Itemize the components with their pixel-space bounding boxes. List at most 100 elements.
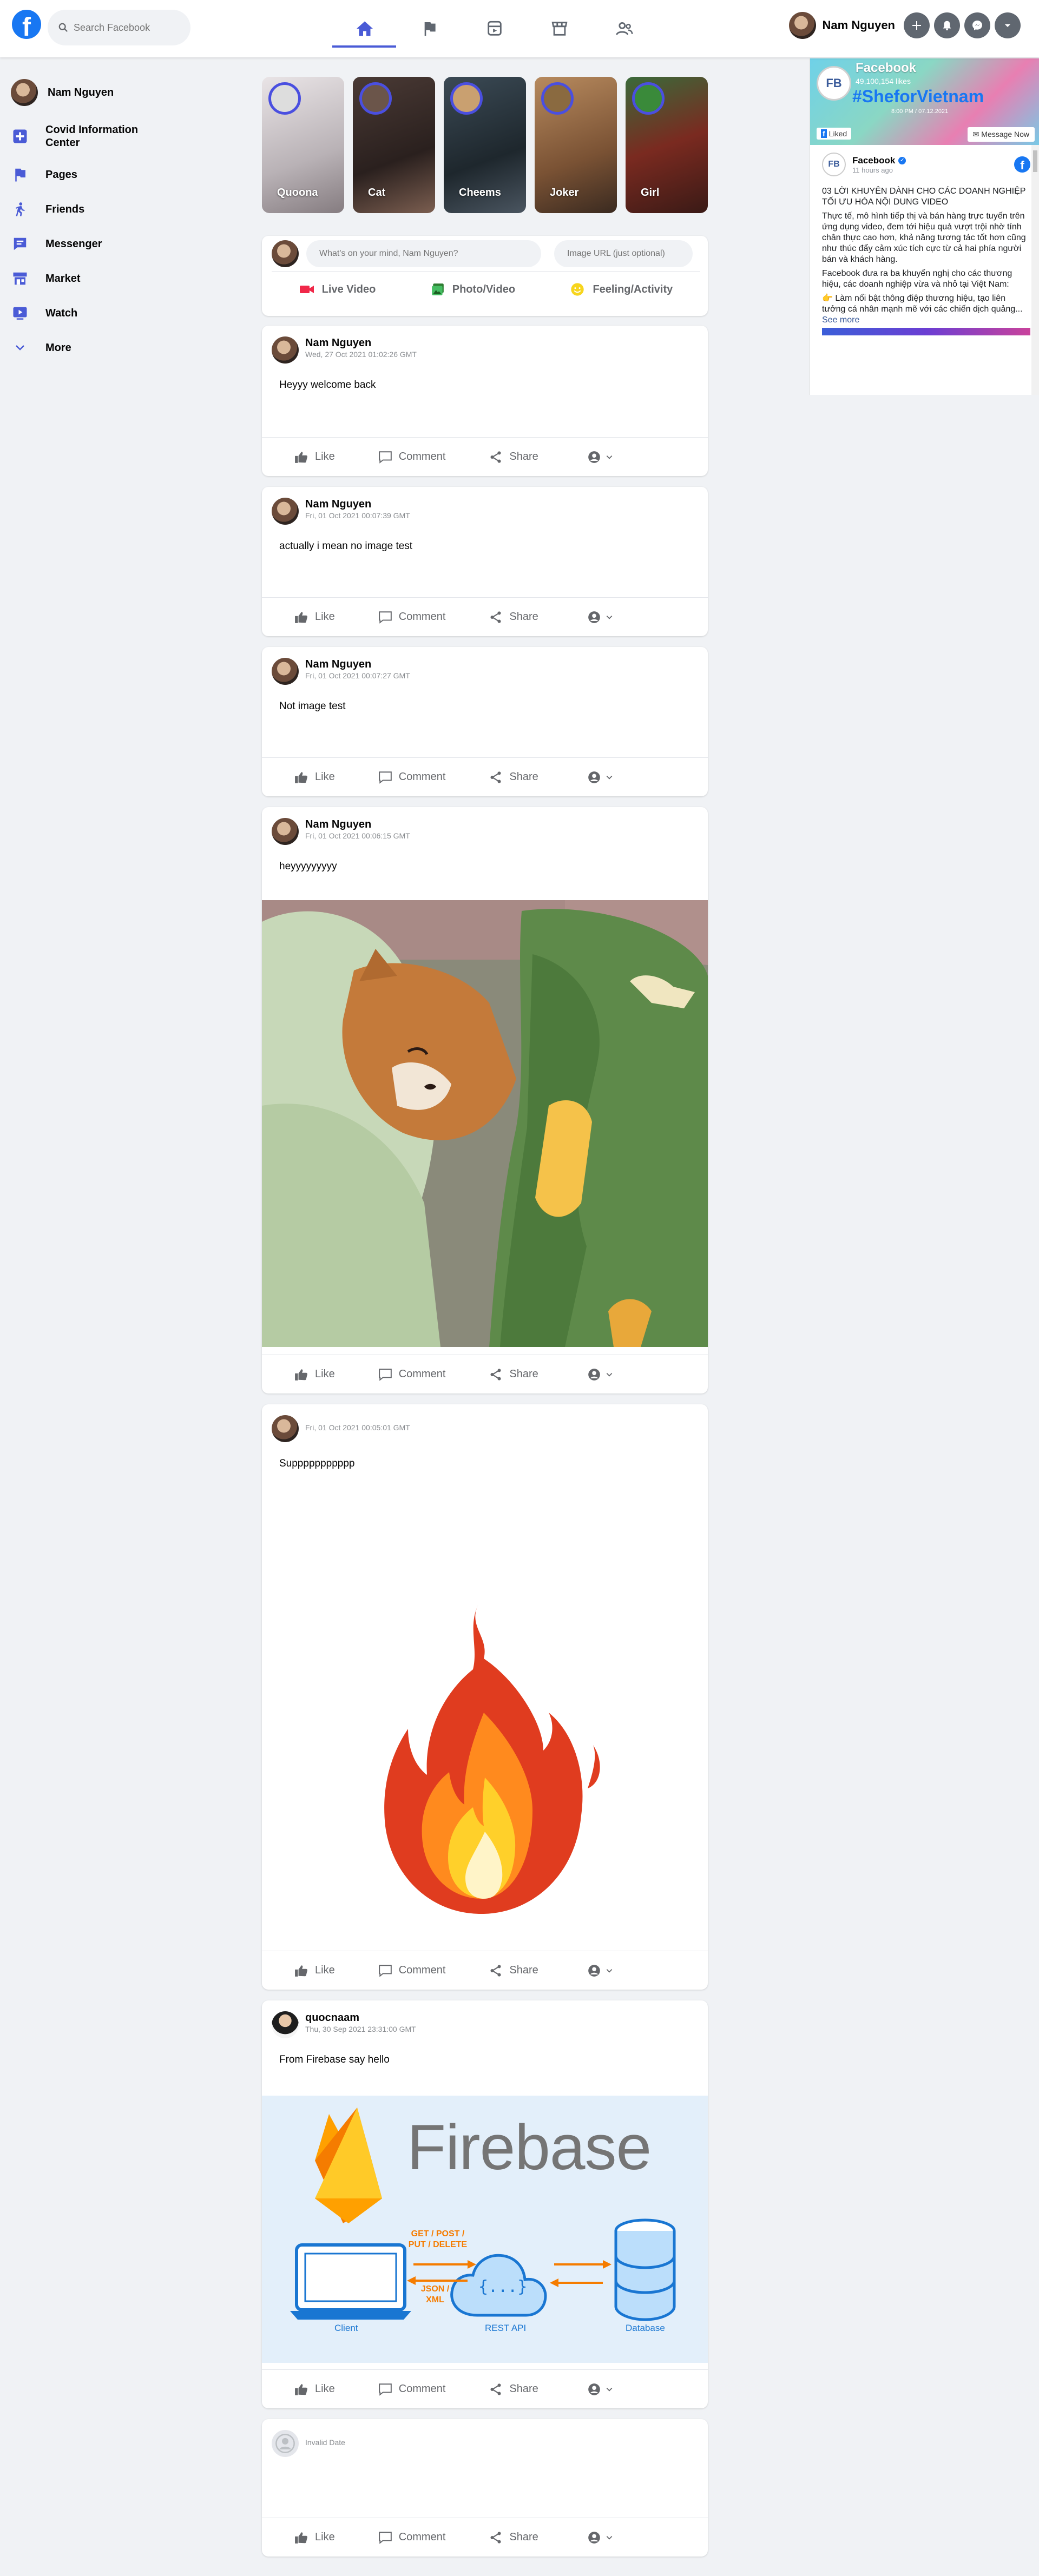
post-image[interactable]: Firebase GET / POST / PUT / DELETE JSON … [262, 2096, 708, 2363]
share-label: Share [509, 2383, 538, 2395]
sidebar-item-covid[interactable]: Covid Information Center [11, 123, 173, 149]
nav-tab-groups[interactable] [592, 0, 657, 57]
post-card: Fri, 01 Oct 2021 00:05:01 GMT Supppppppp… [262, 1404, 708, 1990]
share-button[interactable]: Share [489, 770, 538, 784]
comment-button[interactable]: Comment [378, 1964, 445, 1977]
page-post-author[interactable]: Facebook [852, 155, 895, 166]
post-author[interactable]: Nam Nguyen [305, 818, 410, 831]
privacy-dropdown[interactable] [587, 450, 613, 464]
like-button[interactable]: Like [294, 611, 335, 624]
comment-icon [378, 611, 392, 624]
story-card[interactable]: Joker [535, 77, 617, 213]
comment-button[interactable]: Comment [378, 1368, 445, 1381]
share-button[interactable]: Share [489, 610, 538, 624]
like-button[interactable]: Like [294, 451, 335, 464]
share-button[interactable]: Share [489, 2382, 538, 2396]
message-now-button[interactable]: ✉ Message Now [967, 127, 1035, 142]
avatar[interactable] [272, 658, 299, 685]
like-button[interactable]: Like [294, 771, 335, 784]
post-timestamp: Thu, 30 Sep 2021 23:31:00 GMT [305, 2025, 416, 2033]
messenger-button[interactable] [964, 12, 990, 38]
avatar[interactable] [272, 2011, 299, 2038]
privacy-dropdown[interactable] [587, 770, 613, 784]
sidebar-item-watch[interactable]: Watch [11, 304, 173, 322]
comment-button[interactable]: Comment [378, 771, 445, 784]
privacy-dropdown[interactable] [587, 2531, 613, 2545]
like-button[interactable]: Like [294, 1368, 335, 1381]
nav-tab-pages[interactable] [397, 0, 462, 57]
sidebar-item-messenger[interactable]: Messenger [11, 235, 173, 253]
user-circle-icon [588, 2383, 600, 2395]
nav-tab-marketplace[interactable] [527, 0, 592, 57]
like-label: Like [315, 2531, 335, 2543]
feeling-activity-button[interactable]: Feeling/Activity [570, 282, 673, 297]
post-author[interactable]: Nam Nguyen [305, 336, 417, 349]
search-bar[interactable] [48, 10, 190, 45]
liked-button[interactable]: f Liked [817, 128, 852, 140]
share-button[interactable]: Share [489, 450, 538, 464]
share-button[interactable]: Share [489, 2531, 538, 2545]
see-more-link[interactable]: See more [822, 315, 859, 325]
post-author[interactable]: Nam Nguyen [305, 658, 410, 671]
share-label: Share [509, 771, 538, 783]
avatar[interactable] [272, 818, 299, 845]
like-button[interactable]: Like [294, 2531, 335, 2544]
post-author[interactable]: quocnaam [305, 2011, 416, 2024]
share-label: Share [509, 1964, 538, 1976]
comment-button[interactable]: Comment [378, 451, 445, 464]
story-card[interactable]: Cheems [444, 77, 526, 213]
post-card: quocnaam Thu, 30 Sep 2021 23:31:00 GMT F… [262, 2000, 708, 2408]
page-post-avatar[interactable]: FB [822, 153, 846, 176]
thumbs-up-icon [295, 2532, 307, 2544]
story-card[interactable]: Girl [626, 77, 708, 213]
page-cover[interactable]: FB Facebook 49,100,154 likes #SheforViet… [810, 58, 1039, 145]
profile-chip[interactable]: Nam Nguyen [788, 12, 895, 39]
facebook-logo[interactable]: f [12, 10, 41, 39]
sidebar-item-pages[interactable]: Pages [11, 166, 173, 184]
sidebar-item-market[interactable]: Market [11, 269, 173, 288]
avatar[interactable] [272, 498, 299, 525]
privacy-dropdown[interactable] [587, 1368, 613, 1382]
sidebar-item-label: Pages [45, 169, 77, 181]
post-text-input[interactable] [306, 240, 541, 267]
page-avatar[interactable]: FB [817, 66, 851, 101]
avatar[interactable] [272, 1415, 299, 1442]
privacy-dropdown[interactable] [587, 1964, 613, 1978]
story-avatar [541, 82, 574, 115]
share-button[interactable]: Share [489, 1964, 538, 1978]
account-menu-button[interactable] [995, 12, 1021, 38]
like-button[interactable]: Like [294, 1964, 335, 1977]
photo-video-button[interactable]: Photo/Video [431, 282, 515, 296]
comment-button[interactable]: Comment [378, 611, 445, 624]
nav-tab-watch[interactable] [462, 0, 527, 57]
sidebar-item-more[interactable]: More [11, 339, 173, 357]
notifications-button[interactable] [934, 12, 960, 38]
sidebar-item-friends[interactable]: Friends [11, 200, 173, 219]
share-button[interactable]: Share [489, 1368, 538, 1382]
like-button[interactable]: Like [294, 2383, 335, 2396]
privacy-dropdown[interactable] [587, 2382, 613, 2396]
create-button[interactable] [904, 12, 930, 38]
image-url-input[interactable] [554, 240, 693, 267]
avatar[interactable] [272, 336, 299, 364]
search-input[interactable] [74, 22, 182, 34]
scrollbar[interactable] [1031, 145, 1039, 395]
post-image[interactable] [262, 900, 708, 1347]
post-image[interactable] [262, 1496, 708, 1942]
sidebar-item-profile[interactable]: Nam Nguyen [11, 79, 173, 106]
comment-button[interactable]: Comment [378, 2531, 445, 2544]
story-card[interactable]: Quoona [262, 77, 344, 213]
facebook-icon[interactable]: f [1014, 156, 1030, 173]
privacy-dropdown[interactable] [587, 610, 613, 624]
comment-button[interactable]: Comment [378, 2383, 445, 2396]
post-author[interactable]: Nam Nguyen [305, 498, 410, 511]
nav-tab-home[interactable] [332, 0, 397, 57]
live-video-button[interactable]: Live Video [299, 283, 376, 296]
post-card: Nam Nguyen Fri, 01 Oct 2021 00:06:15 GMT… [262, 807, 708, 1393]
story-card[interactable]: Cat [353, 77, 435, 213]
post-composer: Live Video Photo/Video Feeling/Activity [262, 236, 708, 316]
default-avatar[interactable] [272, 2430, 299, 2457]
page-post-image[interactable] [822, 328, 1030, 335]
flag-icon [424, 22, 436, 36]
page-name[interactable]: Facebook [856, 61, 916, 76]
